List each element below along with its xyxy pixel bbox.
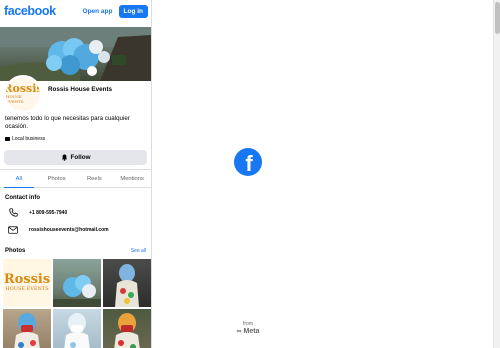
photo-tile[interactable]: Rossis HOUSE EVENTS: [3, 259, 51, 307]
avatar-logo-subtext: HOUSE EVENTS: [6, 94, 24, 104]
profile-tabs: All Photos Reels Mentions: [0, 170, 151, 188]
meta-icon: ∞: [236, 328, 242, 335]
photo-tile[interactable]: [103, 309, 151, 348]
category-label: Local business: [12, 136, 46, 142]
tab-reels[interactable]: Reels: [76, 170, 114, 187]
tab-mentions[interactable]: Mentions: [113, 170, 151, 187]
photo-tile[interactable]: [3, 309, 51, 348]
see-all-photos-link[interactable]: See all: [131, 248, 146, 254]
follow-label: Follow: [70, 154, 91, 161]
profile-panel: facebook Open app Log in Rossis HOUSE EV…: [0, 0, 152, 348]
photo-tile[interactable]: [103, 259, 151, 307]
follow-icon: [61, 154, 67, 161]
photo-tile[interactable]: [53, 259, 101, 307]
page-bio: tenemos todo lo que necesitas para cualq…: [5, 115, 130, 130]
photo-logo-text: Rossis: [3, 272, 51, 287]
photo-grid: Rossis HOUSE EVENTS: [0, 259, 151, 348]
log-in-button[interactable]: Log in: [118, 4, 148, 18]
email-address: rossishouseevents@hotmail.com: [29, 226, 109, 233]
page-name: Rossis House Events: [48, 86, 113, 93]
scrollbar-thumb[interactable]: [495, 2, 500, 34]
briefcase-icon: [5, 137, 10, 141]
splash-panel: f from ∞ Meta: [153, 0, 493, 348]
avatar-logo-text: Rossis: [4, 82, 42, 95]
open-app-link[interactable]: Open app: [83, 8, 113, 15]
photos-header: Photos See all: [0, 248, 151, 254]
phone-row[interactable]: +1 809-595-7940: [0, 204, 151, 221]
meta-logo: ∞ Meta: [153, 328, 343, 335]
follow-button[interactable]: Follow: [4, 150, 147, 165]
photos-title: Photos: [5, 248, 26, 254]
cover-photo[interactable]: [0, 27, 151, 81]
email-icon: [7, 225, 19, 235]
facebook-logo[interactable]: facebook: [4, 4, 56, 18]
from-label: from: [243, 321, 253, 327]
photo-logo-subtext: HOUSE EVENTS: [5, 286, 49, 292]
meta-label: Meta: [243, 328, 260, 335]
tab-photos[interactable]: Photos: [38, 170, 76, 187]
photo-tile[interactable]: [53, 309, 101, 348]
email-row[interactable]: rossishouseevents@hotmail.com: [0, 221, 151, 238]
page-scrollbar[interactable]: [493, 0, 500, 348]
page-category: Local business: [0, 136, 151, 142]
tab-all[interactable]: All: [0, 170, 38, 188]
top-bar: facebook Open app Log in: [0, 0, 151, 22]
phone-icon: [7, 208, 19, 218]
page-avatar[interactable]: Rossis HOUSE EVENTS: [4, 75, 42, 113]
phone-number: +1 809-595-7940: [29, 209, 68, 216]
facebook-logo-icon: f: [234, 148, 262, 176]
